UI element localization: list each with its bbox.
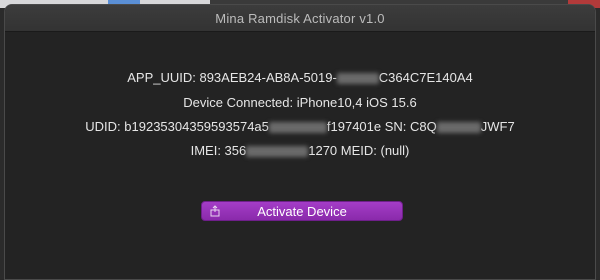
app-uuid-prefix: APP_UUID: 893AEB24-AB8A-5019- [127,70,337,85]
redacted-segment [336,73,379,85]
window-content: APP_UUID: 893AEB24-AB8A-5019- C364C7E140A… [5,32,595,279]
redacted-segment [246,146,309,158]
app-uuid-line: APP_UUID: 893AEB24-AB8A-5019- C364C7E140A… [5,70,595,85]
imei-line: IMEI: 356 1270 MEID: (null) [5,143,595,158]
udid-prefix: UDID: b19235304359593574a5 [85,119,269,134]
activate-device-label: Activate Device [257,203,347,219]
app-uuid-suffix: C364C7E140A4 [378,70,473,85]
imei-suffix: 1270 MEID: (null) [308,143,410,158]
device-connected-line: Device Connected: iPhone10,4 iOS 15.6 [183,95,417,110]
redacted-segment [436,122,481,134]
activator-window: Mina Ramdisk Activator v1.0 APP_UUID: 89… [4,4,596,280]
activate-device-button[interactable]: Activate Device [201,201,403,221]
udid-middle: f197401e SN: C8Q [326,119,437,134]
share-icon [210,205,220,217]
udid-line: UDID: b19235304359593574a5 f197401e SN: C… [5,119,595,134]
imei-prefix: IMEI: 356 [190,143,247,158]
window-titlebar[interactable]: Mina Ramdisk Activator v1.0 [5,5,595,32]
redacted-segment [268,122,327,134]
udid-suffix: JWF7 [480,119,515,134]
window-title: Mina Ramdisk Activator v1.0 [215,10,385,26]
